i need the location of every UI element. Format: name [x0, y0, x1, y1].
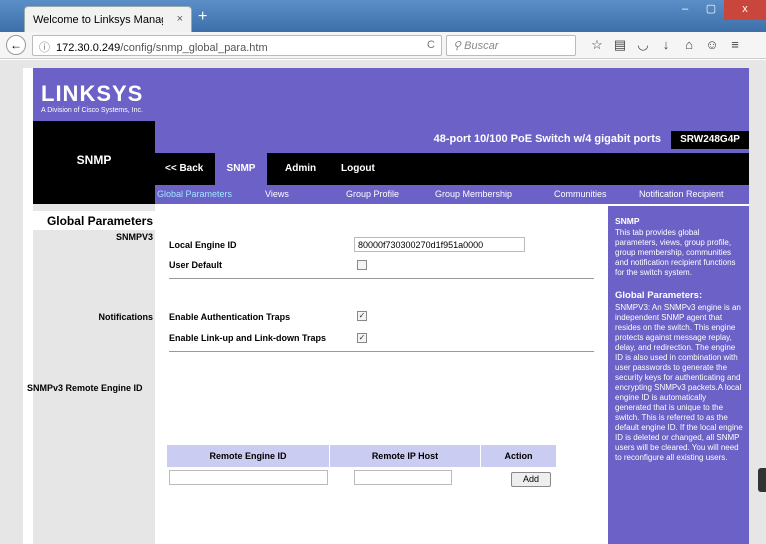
home-icon[interactable]: ⌂ — [682, 37, 696, 53]
notifications-label: Notifications — [98, 312, 153, 322]
page-viewport: LINKSYS A Division of Cisco Systems, Inc… — [0, 60, 766, 544]
url-host: 172.30.0.249 — [56, 42, 121, 54]
remote-ip-host-input[interactable] — [354, 470, 452, 485]
sub-nav: Global Parameters Views Group Profile Gr… — [155, 185, 749, 204]
subnav-global-parameters[interactable]: Global Parameters — [157, 189, 232, 199]
bookmark-star-icon[interactable]: ☆ — [590, 37, 604, 53]
subnav-views[interactable]: Views — [265, 189, 289, 199]
nav-snmp-tab[interactable]: SNMP — [215, 153, 267, 185]
search-icon: ⚲ — [453, 40, 465, 52]
user-default-checkbox[interactable] — [357, 260, 367, 270]
product-description: 48-port 10/100 PoE Switch w/4 gigabit po… — [433, 133, 661, 145]
nav-back-link[interactable]: << Back — [165, 153, 203, 185]
section-title: Global Parameters — [33, 211, 155, 230]
browser-navbar: ← ⓘ 172.30.0.249/config/snmp_global_para.… — [0, 32, 766, 59]
logo-subtitle: A Division of Cisco Systems, Inc. — [41, 107, 143, 114]
linksys-site: LINKSYS A Division of Cisco Systems, Inc… — [23, 68, 749, 544]
url-path: /config/snmp_global_para.htm — [120, 42, 268, 54]
snmpv3-label: SNMPV3 — [115, 232, 153, 242]
browser-tab[interactable]: Welcome to Linksys Managed ... × — [24, 6, 192, 32]
table-header-action: Action — [480, 445, 556, 467]
main-content: Local Engine ID User Default Enable Auth… — [155, 204, 605, 544]
info-icon[interactable]: ⓘ — [39, 42, 50, 54]
linksys-logo: LINKSYS A Division of Cisco Systems, Inc… — [41, 81, 143, 114]
divider — [169, 278, 594, 279]
subnav-communities[interactable]: Communities — [554, 189, 607, 199]
add-button[interactable]: Add — [511, 472, 551, 487]
chat-icon[interactable]: ☺ — [705, 37, 719, 53]
remote-engine-id-input[interactable] — [169, 470, 328, 485]
tab-close-icon[interactable]: × — [177, 13, 183, 25]
help-gap — [605, 204, 607, 544]
section-label-box: SNMP — [33, 121, 155, 204]
minimize-button[interactable]: – — [672, 0, 698, 20]
address-bar[interactable]: ⓘ 172.30.0.249/config/snmp_global_para.ht… — [32, 35, 442, 56]
table-header-ip-host: Remote IP Host — [329, 445, 480, 467]
browser-back-icon[interactable]: ← — [6, 35, 26, 55]
subnav-group-profile[interactable]: Group Profile — [346, 189, 399, 199]
local-engine-id-label: Local Engine ID — [169, 240, 237, 250]
help-body: SNMPV3: An SNMPv3 engine is an independe… — [615, 303, 743, 462]
help-panel: SNMP This tab provides global parameters… — [608, 206, 749, 544]
main-nav: << Back SNMP Admin Logout — [155, 153, 749, 185]
search-placeholder: Buscar — [464, 40, 499, 52]
auth-traps-checkbox[interactable]: ✓ — [357, 311, 367, 321]
left-panel: Global Parameters SNMPV3 Notifications S… — [27, 204, 155, 544]
remote-engine-label: SNMPv3 Remote Engine ID — [27, 383, 143, 393]
scroll-handle[interactable] — [758, 468, 766, 492]
divider — [169, 351, 594, 352]
menu-icon[interactable]: ≡ — [728, 37, 742, 53]
help-title: SNMP — [615, 216, 640, 226]
reading-list-icon[interactable]: ▤ — [613, 37, 627, 53]
pocket-icon[interactable]: ◡ — [636, 37, 650, 53]
table-header-engine-id: Remote Engine ID — [167, 445, 329, 467]
header-banner: LINKSYS A Division of Cisco Systems, Inc… — [33, 68, 749, 121]
nav-logout-link[interactable]: Logout — [341, 153, 375, 185]
auth-traps-label: Enable Authentication Traps — [169, 312, 291, 322]
nav-admin-link[interactable]: Admin — [285, 153, 316, 185]
local-engine-id-input[interactable] — [354, 237, 525, 252]
maximize-button[interactable]: ▢ — [698, 0, 724, 20]
model-badge: SRW248G4P — [671, 131, 749, 149]
link-traps-checkbox[interactable]: ✓ — [357, 333, 367, 343]
help-intro: This tab provides global parameters, vie… — [615, 228, 736, 277]
logo-text: LINKSYS — [41, 81, 144, 106]
user-default-label: User Default — [169, 260, 223, 270]
subnav-notification-recipient[interactable]: Notification Recipient — [639, 189, 724, 199]
section-label: SNMP — [76, 153, 112, 167]
help-subtitle: Global Parameters: — [615, 290, 703, 301]
tab-title: Welcome to Linksys Managed ... — [33, 14, 163, 26]
browser-titlebar: Welcome to Linksys Managed ... × + – ▢ x — [0, 0, 766, 32]
product-bar: 48-port 10/100 PoE Switch w/4 gigabit po… — [155, 121, 749, 153]
subnav-group-membership[interactable]: Group Membership — [435, 189, 512, 199]
link-traps-label: Enable Link-up and Link-down Traps — [169, 333, 327, 343]
new-tab-icon[interactable]: + — [198, 8, 207, 26]
close-window-button[interactable]: x — [724, 0, 766, 20]
window-controls: – ▢ x — [672, 0, 766, 20]
search-input[interactable]: ⚲ Buscar — [446, 35, 576, 56]
browser-toolbar: ☆ ▤ ◡ ↓ ⌂ ☺ ≡ — [590, 37, 742, 53]
reload-icon[interactable]: C — [427, 39, 435, 51]
download-icon[interactable]: ↓ — [659, 37, 673, 53]
